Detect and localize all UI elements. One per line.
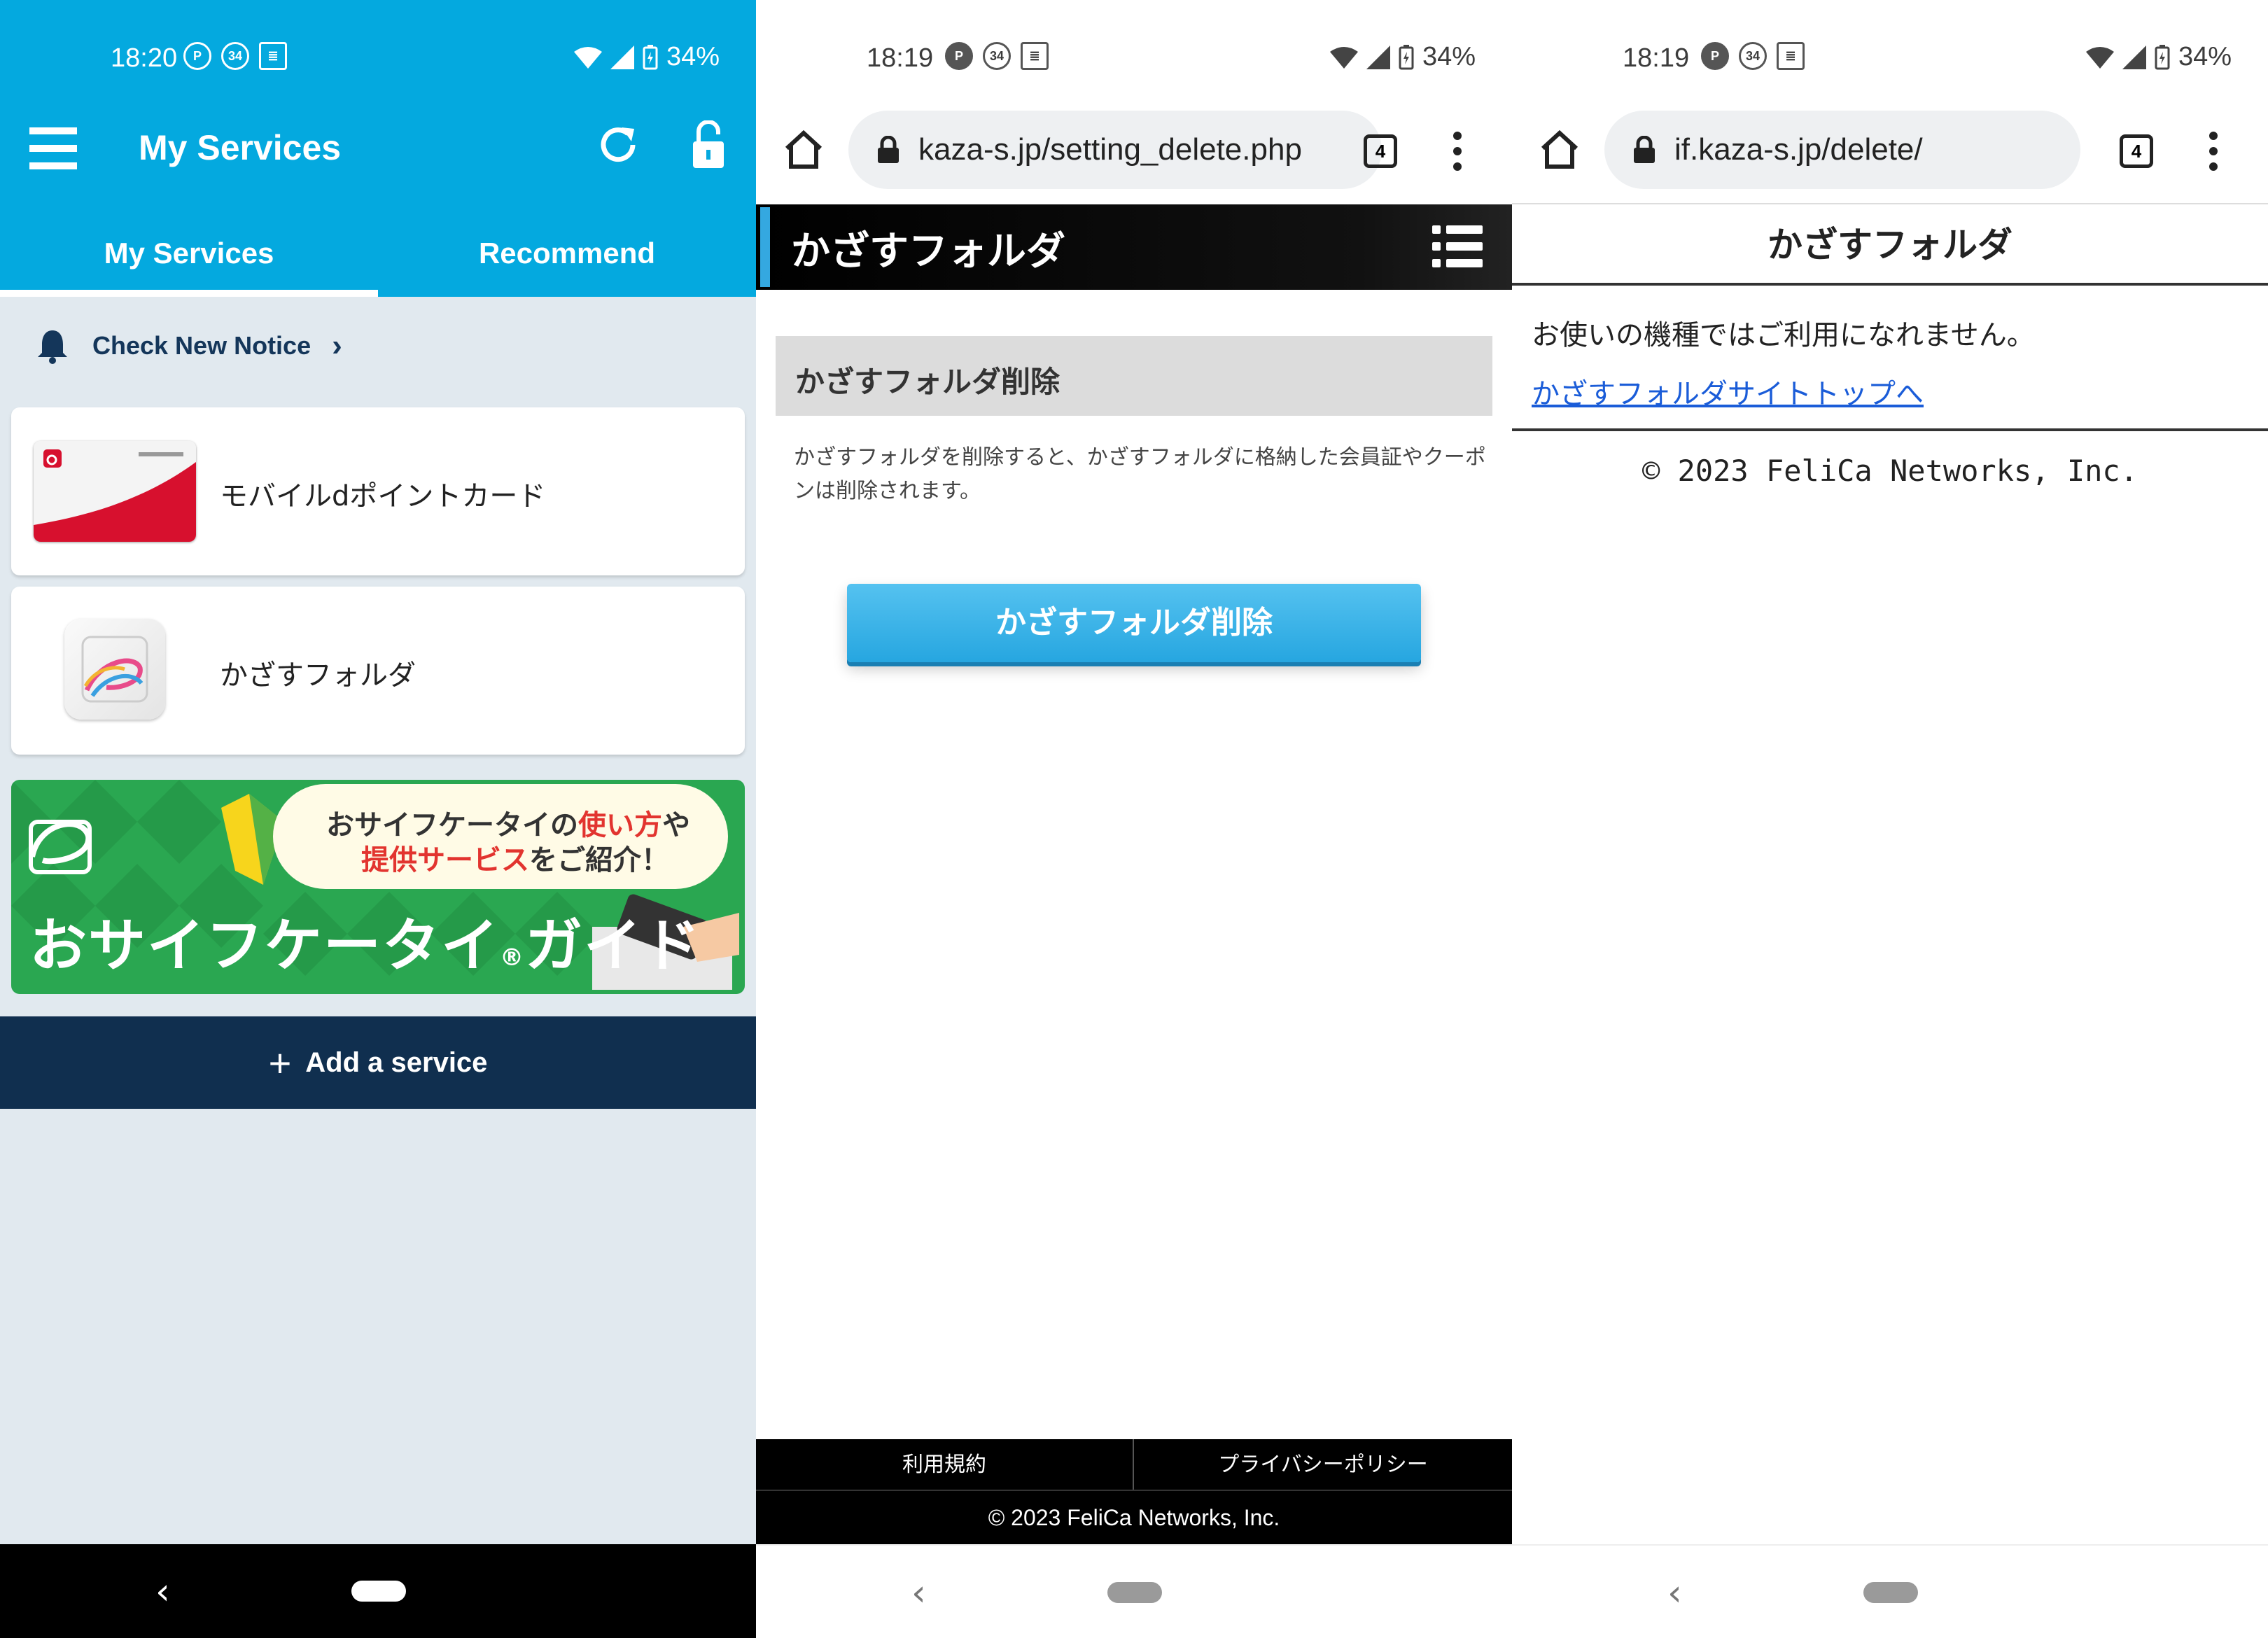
badge-icon: 34	[221, 42, 249, 70]
copyright: © 2023 FeliCa Networks, Inc.	[1642, 454, 2138, 488]
battery-percent: 34%	[666, 42, 720, 71]
signal-icon	[1366, 45, 1390, 69]
my-services-app-panel: 18:20 P 34 ≣ 34% My Services My Services…	[0, 0, 756, 1638]
copyright: © 2023 FeliCa Networks, Inc.	[988, 1505, 1280, 1530]
banner-line2: 提供サービスをご紹介！	[361, 844, 669, 876]
kazasu-folder-icon	[64, 619, 165, 720]
list-menu-icon[interactable]	[1431, 220, 1484, 273]
nfc-icon: ≣	[259, 42, 287, 70]
service-name: モバイルdポイントカード	[220, 480, 546, 512]
battery-percent: 34%	[1422, 42, 1476, 71]
notice-label: Check New Notice	[92, 331, 312, 360]
tab-count-button[interactable]: 4	[2120, 134, 2153, 168]
browser-unsupported-panel: 18:19 P 34 ≣ 34% if.kaza-s.jp/delete/ 4	[1512, 0, 2268, 1638]
site-footer: 利用規約 プライバシーポリシー © 2023 FeliCa Networks, …	[756, 1439, 1512, 1544]
p-icon: P	[183, 42, 211, 70]
osaifu-guide-banner[interactable]: おサイフケータイの使い方や 提供サービスをご紹介！ おサイフケータイ®ガイド	[11, 780, 745, 994]
lock-icon	[878, 136, 899, 163]
back-icon[interactable]: ‹	[911, 1572, 926, 1614]
header-accent	[760, 207, 770, 287]
status-time: 18:19	[1623, 43, 1690, 73]
section-heading: かざすフォルダ削除	[776, 336, 1492, 416]
url-text: if.kaza-s.jp/delete/	[1674, 132, 1923, 167]
section-title: かざすフォルダ削除	[795, 365, 1060, 399]
more-menu-icon[interactable]	[2209, 132, 2218, 171]
more-menu-icon[interactable]	[1453, 132, 1462, 171]
service-card-kazasu[interactable]: かざすフォルダ	[11, 587, 745, 755]
site-header: かざすフォルダ	[756, 204, 1512, 290]
p-icon: P	[1701, 42, 1729, 70]
signal-icon	[2122, 45, 2146, 69]
battery-icon	[2155, 44, 2170, 69]
unsupported-message: お使いの機種ではご利用になれません。	[1532, 319, 2035, 351]
nfc-icon: ≣	[1021, 42, 1049, 70]
app-title: My Services	[139, 128, 342, 167]
back-icon[interactable]: ‹	[1667, 1572, 1682, 1614]
wifi-icon	[573, 46, 602, 69]
toolbar-divider	[1512, 203, 2268, 204]
bell-icon	[38, 330, 67, 364]
home-pill[interactable]	[1107, 1582, 1162, 1603]
tab-my-services[interactable]: My Services	[0, 223, 378, 297]
content-divider	[1512, 428, 2268, 431]
badge-icon: 34	[1739, 42, 1767, 70]
service-name: かざすフォルダ	[220, 659, 416, 692]
nfc-icon: ≣	[1777, 42, 1805, 70]
battery-percent: 34%	[2178, 42, 2232, 71]
p-icon: P	[945, 42, 973, 70]
service-card-dpoint[interactable]: モバイルdポイントカード	[11, 407, 745, 575]
status-bar: 18:20 P 34 ≣ 34%	[0, 0, 756, 118]
add-service-button[interactable]: + Add a service	[0, 1016, 756, 1109]
status-time: 18:19	[867, 43, 934, 73]
system-nav-bar: ‹	[756, 1544, 1512, 1638]
battery-icon	[643, 44, 658, 69]
system-nav-bar: ‹	[0, 1544, 756, 1638]
home-pill[interactable]	[351, 1581, 406, 1602]
badge-icon: 34	[983, 42, 1011, 70]
delete-folder-button[interactable]: かざすフォルダ削除	[847, 584, 1421, 662]
site-top-link[interactable]: かざすフォルダサイトトップへ	[1532, 371, 1924, 412]
add-service-label: Add a service	[305, 1046, 488, 1078]
url-text: kaza-s.jp/setting_delete.php	[918, 132, 1302, 167]
app-bar: My Services My Services Recommend	[0, 118, 756, 297]
check-new-notice-row[interactable]: Check New Notice ›	[0, 297, 756, 395]
back-icon[interactable]: ‹	[155, 1571, 170, 1613]
home-pill[interactable]	[1863, 1582, 1918, 1603]
site-title: かざすフォルダ	[791, 229, 1065, 274]
terms-link[interactable]: 利用規約	[756, 1439, 1134, 1490]
home-icon[interactable]	[1537, 127, 1582, 172]
privacy-policy-link[interactable]: プライバシーポリシー	[1134, 1439, 1512, 1490]
battery-icon	[1399, 44, 1414, 69]
refresh-icon[interactable]	[595, 122, 641, 168]
home-icon[interactable]	[781, 127, 826, 172]
tab-recommend[interactable]: Recommend	[378, 223, 756, 297]
wifi-icon	[1329, 46, 1358, 69]
wifi-icon	[2085, 46, 2114, 69]
browser-delete-panel: 18:19 P 34 ≣ 34% kaza-s.jp/setting_delet…	[756, 0, 1512, 1638]
unlock-icon[interactable]	[687, 120, 729, 169]
system-nav-bar: ‹	[1512, 1544, 2268, 1638]
status-time: 18:20	[111, 43, 178, 73]
lock-icon	[1634, 136, 1655, 163]
hamburger-menu-icon[interactable]	[29, 127, 77, 169]
browser-toolbar: kaza-s.jp/setting_delete.php 4	[756, 98, 1512, 203]
tab-count-button[interactable]: 4	[1364, 134, 1397, 168]
address-bar[interactable]: if.kaza-s.jp/delete/	[1604, 111, 2080, 189]
page-title: かざすフォルダ	[1768, 225, 2012, 265]
dpoint-card-icon	[34, 441, 196, 542]
delete-description: かざすフォルダを削除すると、かざすフォルダに格納した会員証やクーポンは削除されま…	[794, 445, 1486, 503]
title-divider	[1512, 283, 2268, 286]
banner-title: おサイフケータイ®ガイド	[29, 913, 702, 979]
browser-toolbar: if.kaza-s.jp/delete/ 4	[1512, 98, 2268, 203]
address-bar[interactable]: kaza-s.jp/setting_delete.php	[848, 111, 1382, 189]
signal-icon	[610, 45, 634, 69]
chevron-right-icon: ›	[332, 328, 342, 363]
plus-icon: +	[268, 1040, 292, 1085]
